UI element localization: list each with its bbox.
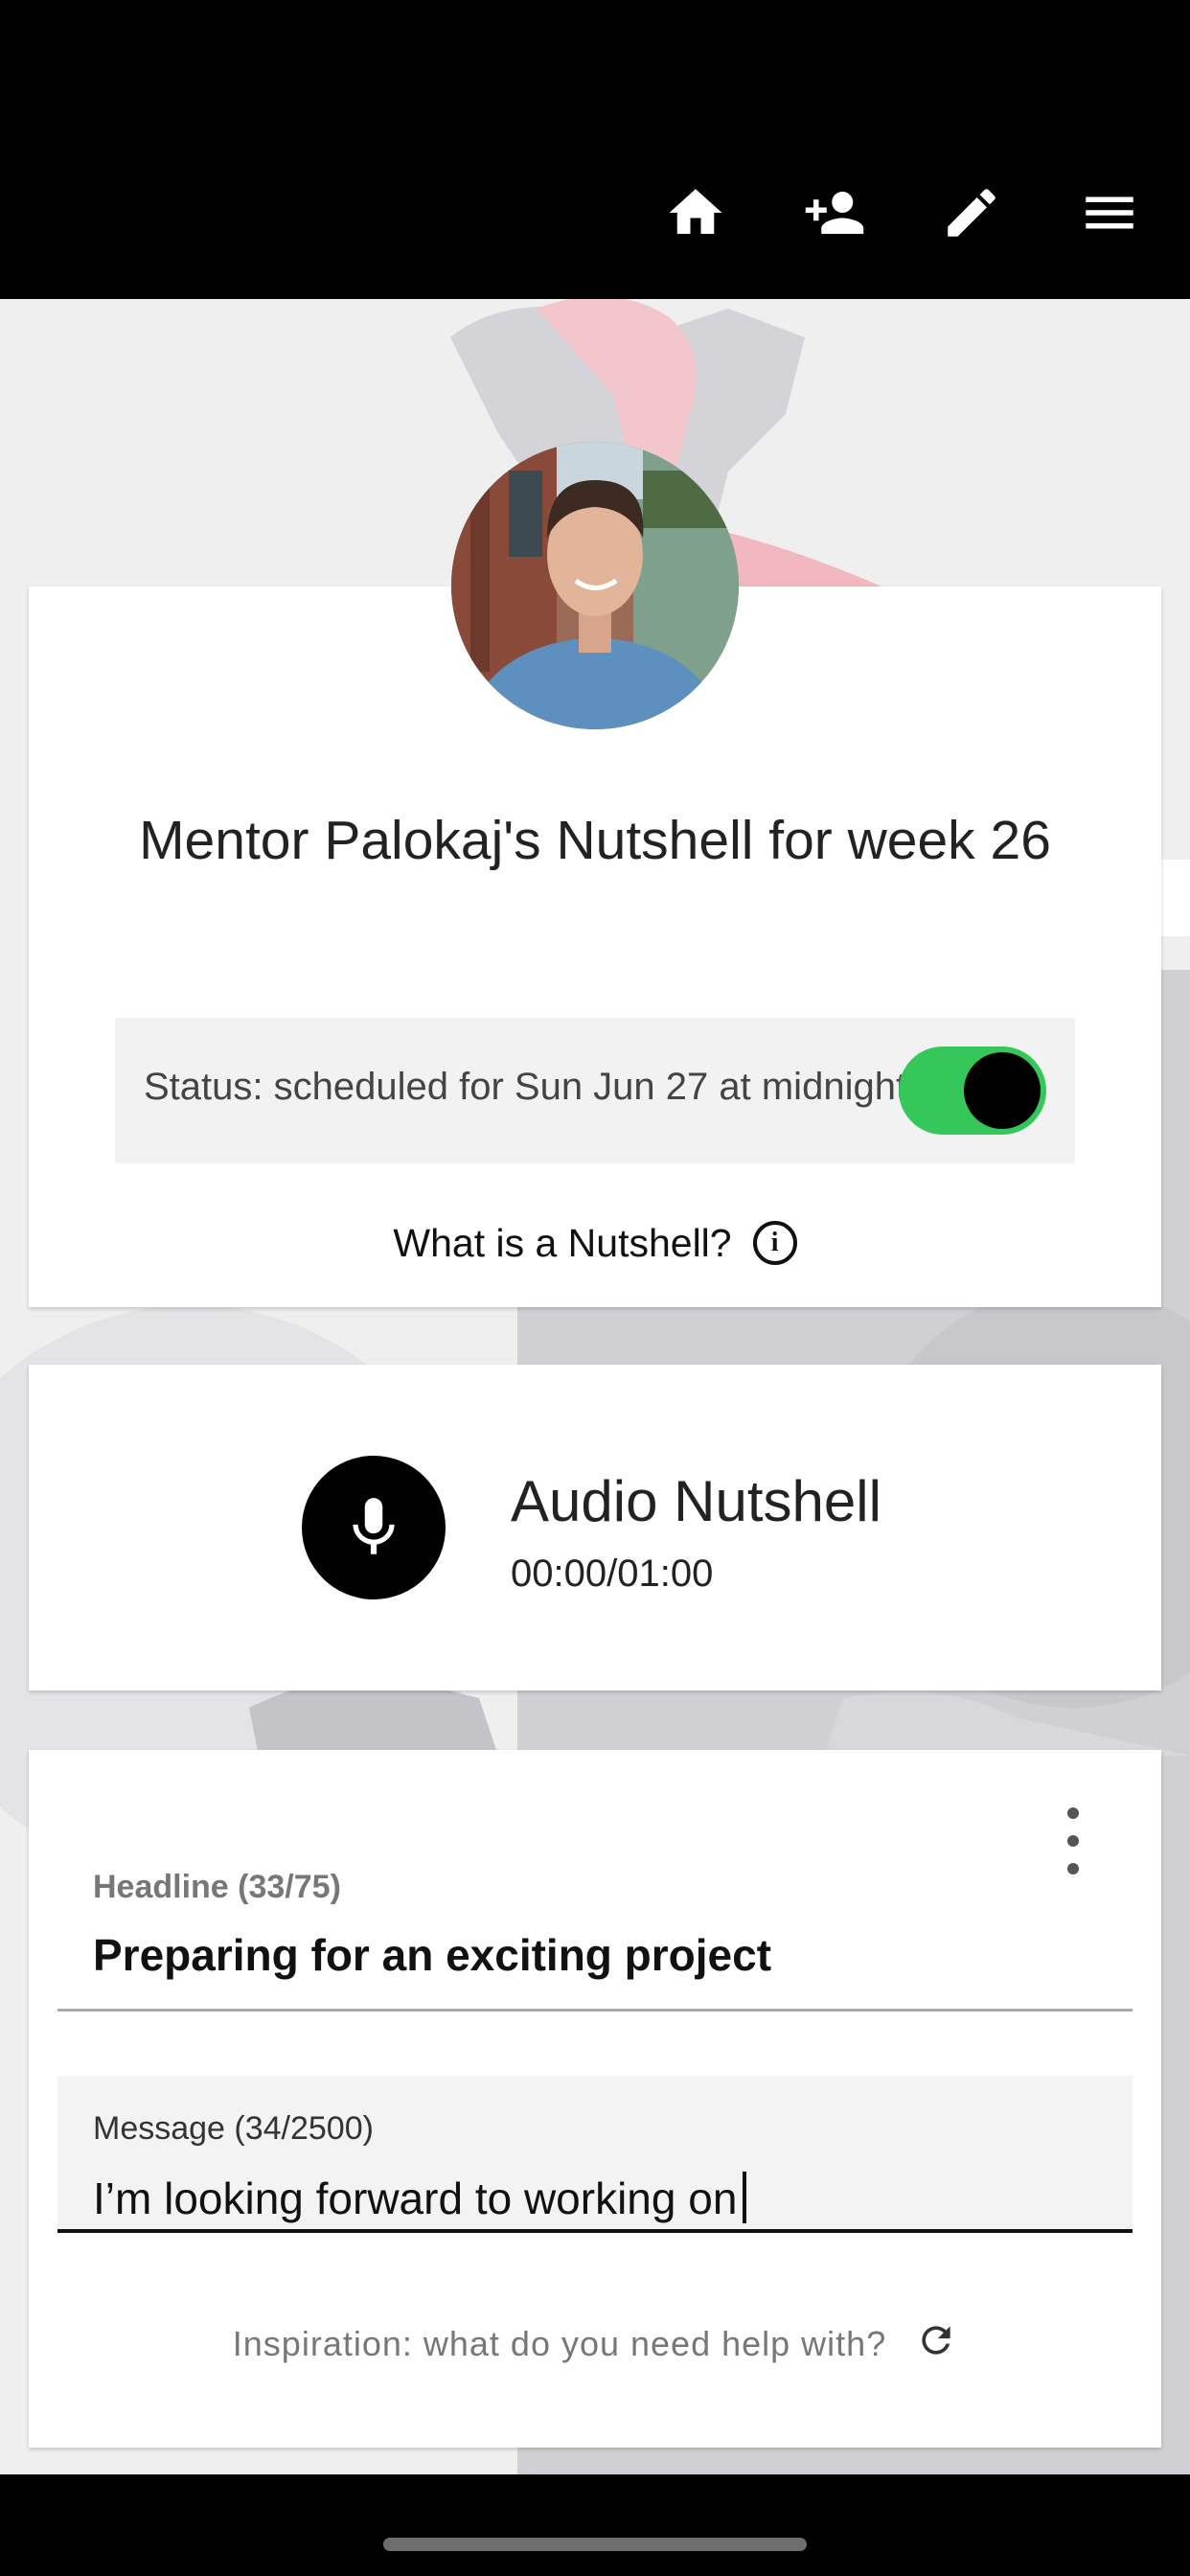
audio-card: Audio Nutshell 00:00/01:00 (29, 1365, 1161, 1690)
inspiration-row: Inspiration: what do you need help with? (29, 2306, 1161, 2382)
avatar (451, 442, 739, 729)
inspiration-text: Inspiration: what do you need help with? (232, 2324, 887, 2363)
text-caret (743, 2172, 747, 2223)
bottom-bar (0, 2474, 1190, 2576)
headline-underline (57, 2009, 1133, 2012)
pencil-icon[interactable] (931, 172, 1012, 253)
home-icon[interactable] (655, 172, 736, 253)
audio-title: Audio Nutshell (511, 1469, 881, 1533)
message-field[interactable]: Message (34/2500) I’m looking forward to… (57, 2076, 1133, 2233)
message-text: I’m looking forward to working on (93, 2174, 738, 2223)
home-indicator[interactable] (383, 2538, 807, 2551)
status-text: Status: scheduled for Sun Jun 27 at midn… (144, 1066, 907, 1108)
top-nav-bar (0, 0, 1190, 299)
headline-input[interactable]: Preparing for an exciting project (93, 1929, 771, 1981)
menu-icon[interactable] (1069, 172, 1150, 253)
message-input[interactable]: I’m looking forward to working on (93, 2172, 747, 2224)
microphone-icon (353, 1498, 395, 1554)
schedule-toggle[interactable] (899, 1046, 1046, 1135)
info-icon: i (752, 1221, 797, 1265)
editor-card: Headline (33/75) Preparing for an exciti… (29, 1750, 1161, 2448)
toggle-knob (964, 1052, 1041, 1129)
page-title: Mentor Palokaj's Nutshell for week 26 (139, 810, 1051, 871)
status-row: Status: scheduled for Sun Jun 27 at midn… (115, 1018, 1075, 1163)
refresh-icon[interactable] (915, 2319, 957, 2370)
headline-label: Headline (33/75) (93, 1869, 341, 1905)
add-person-icon[interactable] (794, 172, 875, 253)
audio-timer: 00:00/01:00 (511, 1552, 714, 1595)
what-is-nutshell-label: What is a Nutshell? (393, 1220, 732, 1265)
more-options-icon[interactable] (1054, 1807, 1092, 1874)
message-label: Message (34/2500) (93, 2110, 374, 2147)
what-is-nutshell-link[interactable]: What is a Nutshell? i (29, 1209, 1161, 1276)
record-button[interactable] (302, 1456, 446, 1599)
